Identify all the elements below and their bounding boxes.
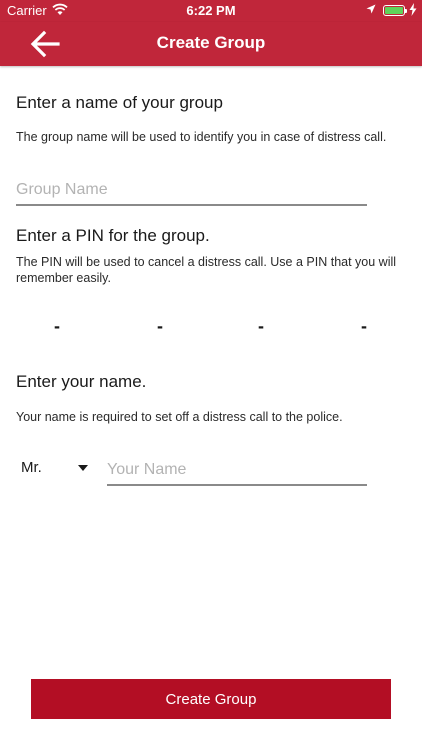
group-name-heading: Enter a name of your group: [16, 93, 223, 112]
page-title: Create Group: [156, 33, 266, 52]
clock-label: 6:22 PM: [186, 3, 236, 18]
location-arrow-icon: [366, 4, 376, 14]
pin-digit-3[interactable]: -: [251, 316, 271, 337]
pin-digit-4[interactable]: -: [354, 316, 374, 337]
title-dropdown[interactable]: Mr.: [21, 457, 91, 481]
title-selected-value: Mr.: [21, 459, 42, 476]
status-bar: Carrier 6:22 PM: [0, 0, 422, 22]
charging-bolt-icon: [409, 3, 417, 16]
group-name-input[interactable]: [16, 176, 367, 206]
your-name-description: Your name is required to set off a distr…: [16, 410, 343, 424]
caret-down-icon: [78, 465, 88, 471]
your-name-input[interactable]: [107, 456, 367, 486]
your-name-heading: Enter your name.: [16, 372, 147, 391]
pin-description: The PIN will be used to cancel a distres…: [16, 255, 397, 285]
pin-digit-2[interactable]: -: [150, 316, 170, 337]
battery-tip: [405, 9, 407, 13]
group-name-description: The group name will be used to identify …: [16, 130, 387, 144]
pin-digit-1[interactable]: -: [47, 316, 67, 337]
create-group-button[interactable]: Create Group: [31, 679, 391, 719]
pin-heading: Enter a PIN for the group.: [16, 226, 210, 245]
battery-level: [385, 7, 403, 14]
nav-bar: Create Group: [0, 22, 422, 66]
battery-icon: [383, 5, 407, 16]
